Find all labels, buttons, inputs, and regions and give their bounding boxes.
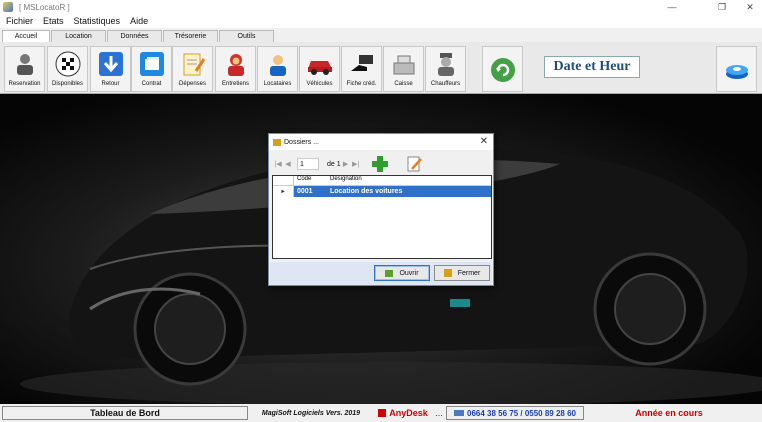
expense-notepad-icon	[179, 50, 207, 78]
entretiens-label: Entretiens	[221, 81, 249, 87]
retour-label: Retour	[101, 81, 120, 87]
menu-aide[interactable]: Aide	[130, 16, 148, 26]
phones-label: 0664 38 56 75 / 0550 89 28 60	[446, 406, 584, 420]
version-label: MagiSoft Logiciels Vers. 2019	[261, 409, 361, 417]
reservation-person-icon	[11, 50, 39, 78]
close-button[interactable]: ✕	[738, 0, 762, 14]
vehicules-label: Véhicules	[306, 81, 333, 87]
menu-statistiques[interactable]: Statistiques	[74, 16, 121, 26]
depenses-label: Dépenses	[178, 81, 207, 87]
credit-hand-icon	[348, 50, 376, 78]
anydesk-icon	[378, 409, 387, 417]
ouvrir-label: Ouvrir	[399, 269, 419, 277]
nav-first-button[interactable]: |◀	[273, 160, 283, 168]
fermer-label: Fermer	[457, 269, 481, 277]
edit-pencil-icon	[407, 156, 422, 172]
date-time-display: Date et Heur	[544, 56, 640, 78]
green-refresh-icon	[489, 56, 517, 84]
retour-button[interactable]: Retour	[90, 46, 131, 92]
dossiers-grid: Code Designation ▸ 0001 Location des voi…	[272, 175, 492, 259]
column-header-code[interactable]: Code	[294, 176, 327, 185]
dialog-footer: Ouvrir Fermer	[270, 262, 492, 285]
caisse-label: Caisse	[394, 81, 413, 87]
dialog-title: Dossiers ...	[284, 138, 320, 146]
refresh-button[interactable]	[482, 46, 523, 92]
menu-bar: Fichier Etats Statistiques Aide	[0, 14, 762, 28]
restore-button[interactable]: ❐	[710, 0, 734, 14]
fiche-credit-label: Fiche créd.	[346, 81, 377, 87]
separator-label: ...	[435, 408, 443, 418]
chauffeurs-label: Chauffeurs	[430, 81, 461, 87]
open-folder-icon	[385, 270, 394, 277]
contract-papers-icon	[138, 50, 166, 78]
fiche-credit-button[interactable]: Fiche créd.	[341, 46, 382, 92]
grid-header: Code Designation	[273, 176, 491, 186]
nav-last-button[interactable]: ▶|	[351, 160, 361, 168]
phone-icon	[454, 410, 464, 416]
fermer-button[interactable]: Fermer	[434, 265, 490, 281]
nav-count-label: de 1	[327, 160, 341, 168]
tab-tresorerie[interactable]: Trésorerie	[163, 30, 218, 42]
cash-register-icon	[390, 50, 418, 78]
add-record-button[interactable]	[371, 155, 389, 173]
menu-etats[interactable]: Etats	[43, 16, 64, 26]
disponibles-label: Disponibles	[51, 81, 84, 87]
status-bar: Tableau de Bord MagiSoft Logiciels Vers.…	[0, 404, 762, 422]
reservation-label: Reservation	[8, 81, 41, 87]
driver-icon	[432, 50, 460, 78]
anydesk-label: AnyDesk	[389, 408, 428, 418]
checkered-flag-icon	[54, 50, 82, 78]
locataires-label: Locataires	[263, 81, 292, 87]
dialog-title-bar: Dossiers ... ✕	[269, 134, 493, 150]
ouvrir-button[interactable]: Ouvrir	[374, 265, 430, 281]
anydesk-link[interactable]: AnyDesk	[374, 406, 432, 420]
nav-next-button[interactable]: ▶	[341, 160, 351, 168]
locataires-button[interactable]: Locataires	[257, 46, 298, 92]
tab-location[interactable]: Location	[51, 30, 106, 42]
vehicules-button[interactable]: Véhicules	[299, 46, 340, 92]
minimize-button[interactable]: —	[660, 0, 684, 14]
disk-button[interactable]	[716, 46, 757, 92]
depenses-button[interactable]: Dépenses	[172, 46, 213, 92]
down-arrow-icon	[97, 50, 125, 78]
dashboard-label[interactable]: Tableau de Bord	[2, 406, 248, 420]
year-label: Année en cours	[635, 408, 703, 418]
tenant-person-icon	[264, 50, 292, 78]
mechanic-icon	[222, 50, 250, 78]
menu-fichier[interactable]: Fichier	[6, 16, 33, 26]
dossiers-dialog: Dossiers ... ✕ |◀ ◀ 1 de 1 ▶ ▶| Code Des…	[268, 133, 494, 286]
column-header-designation[interactable]: Designation	[327, 176, 491, 185]
caisse-button[interactable]: Caisse	[383, 46, 424, 92]
tab-outils[interactable]: Outils	[219, 30, 274, 42]
green-plus-icon	[371, 156, 388, 172]
red-car-icon	[306, 50, 334, 78]
contrat-button[interactable]: Contrat	[131, 46, 172, 92]
disponibles-button[interactable]: Disponibles	[47, 46, 88, 92]
folder-icon	[273, 139, 281, 146]
tab-donnees[interactable]: Données	[107, 30, 162, 42]
entretiens-button[interactable]: Entretiens	[215, 46, 256, 92]
table-row[interactable]: ▸ 0001 Location des voitures	[273, 186, 491, 197]
chauffeurs-button[interactable]: Chauffeurs	[425, 46, 466, 92]
record-navigator: |◀ ◀ 1 de 1 ▶ ▶|	[273, 153, 490, 175]
close-door-icon	[443, 269, 452, 277]
ribbon-tabs: Accueil Location Données Trésorerie Outi…	[0, 28, 762, 42]
title-bar: [ MSLocatoR ] — ❐ ✕	[0, 0, 762, 14]
app-icon	[3, 2, 13, 12]
contrat-label: Contrat	[141, 81, 162, 87]
row-indicator: ▸	[273, 186, 294, 197]
edit-record-button[interactable]	[405, 155, 423, 173]
nav-prev-button[interactable]: ◀	[283, 160, 293, 168]
nav-position-input[interactable]: 1	[297, 158, 319, 170]
tab-accueil[interactable]: Accueil	[2, 30, 50, 42]
window-title: [ MSLocatoR ]	[19, 2, 70, 12]
cell-designation[interactable]: Location des voitures	[327, 186, 491, 197]
disk-icon	[723, 56, 751, 84]
cell-code[interactable]: 0001	[294, 186, 327, 197]
reservation-button[interactable]: Reservation	[4, 46, 45, 92]
toolbar: Reservation Disponibles Retour Contrat D…	[0, 42, 762, 94]
dialog-close-button[interactable]: ✕	[480, 136, 488, 147]
